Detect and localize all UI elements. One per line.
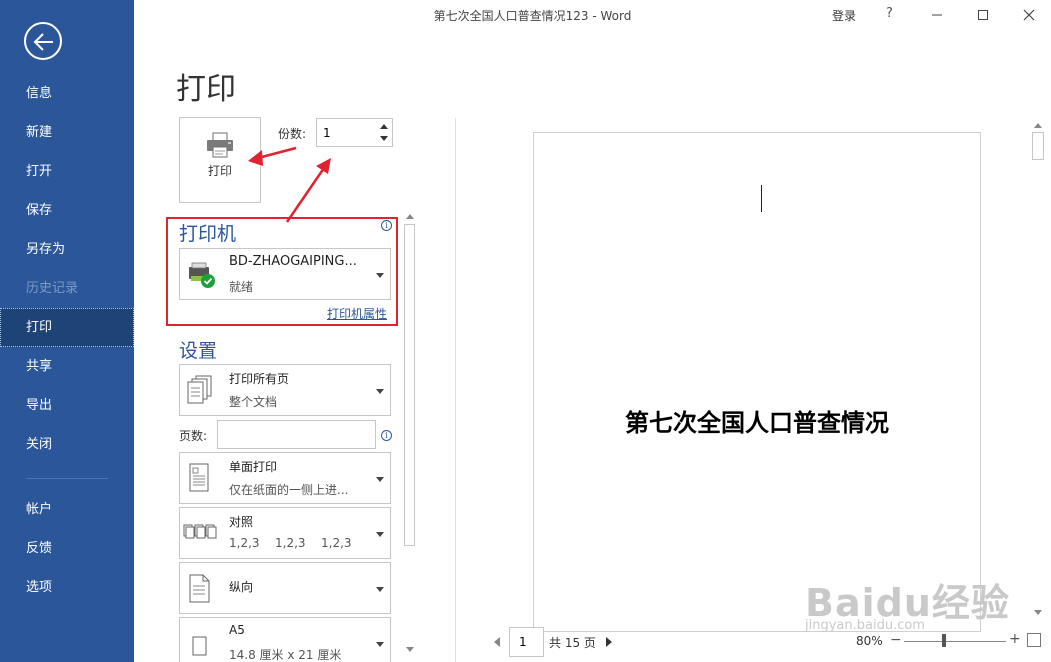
zoom-slider-thumb[interactable] <box>942 634 946 647</box>
scroll-down-icon[interactable] <box>406 647 414 652</box>
previous-page-icon[interactable] <box>493 637 501 647</box>
chevron-down-icon <box>376 477 384 482</box>
maximize-button[interactable] <box>960 0 1006 30</box>
sidebar-item-account[interactable]: 帐户 <box>0 490 134 529</box>
chevron-down-icon <box>376 587 384 592</box>
copies-label: 份数: <box>278 127 307 141</box>
sidebar-item-close[interactable]: 关闭 <box>0 425 134 464</box>
paper-size-select[interactable]: A5 14.8 厘米 x 21 厘米 <box>179 617 391 662</box>
zoom-slider-track[interactable] <box>904 641 1006 642</box>
scroll-up-icon[interactable] <box>1034 123 1042 128</box>
chevron-down-icon <box>376 642 384 647</box>
print-sides-select[interactable]: 单面打印 仅在纸面的一侧上进... <box>179 452 391 504</box>
text-cursor <box>761 185 762 212</box>
spin-up-icon <box>380 124 388 129</box>
minimize-icon <box>932 14 942 16</box>
current-page-input[interactable] <box>509 627 544 657</box>
watermark-url: jingyan.baidu.com <box>805 618 925 633</box>
copies-input[interactable] <box>318 120 374 145</box>
single-side-page-icon <box>189 463 209 492</box>
portrait-page-icon <box>189 574 210 603</box>
collate-sub-2: 1,2,3 <box>275 536 306 550</box>
preview-scrollbar[interactable] <box>1030 120 1046 622</box>
chevron-down-icon <box>376 389 384 394</box>
sidebar-item-open[interactable]: 打开 <box>0 152 134 191</box>
collate-select[interactable]: 对照 1,2,3 1,2,3 1,2,3 <box>179 507 391 559</box>
watermark: Baidu经验 jingyan.baidu.com <box>805 572 1010 633</box>
highlight-box <box>166 217 398 326</box>
sidebar-item-save[interactable]: 保存 <box>0 191 134 230</box>
collate-sub-3: 1,2,3 <box>321 536 352 550</box>
login-link[interactable]: 登录 <box>832 7 856 24</box>
paper-size-main: A5 <box>229 623 245 637</box>
pages-stack-icon <box>187 375 212 404</box>
close-icon <box>1023 9 1035 21</box>
title-bar: 第七次全国人口普查情况123 - Word 登录 ? <box>134 0 1051 30</box>
arrow-to-copies <box>285 167 326 223</box>
sidebar-nav: 信息 新建 打开 保存 另存为 历史记录 打印 共享 导出 关闭 帐户 反馈 选… <box>0 74 134 607</box>
print-sides-sub: 仅在纸面的一侧上进... <box>229 483 349 497</box>
sidebar-item-history: 历史记录 <box>26 281 79 296</box>
maximize-icon <box>978 10 988 20</box>
sidebar-item-options[interactable]: 选项 <box>0 568 134 607</box>
backstage-sidebar: 信息 新建 打开 保存 另存为 历史记录 打印 共享 导出 关闭 帐户 反馈 选… <box>0 0 134 662</box>
back-button[interactable] <box>24 22 62 60</box>
sidebar-item-share[interactable]: 共享 <box>0 347 134 386</box>
page-title: 打印 <box>176 72 236 107</box>
print-range-sub: 整个文档 <box>229 395 278 409</box>
collate-sub-1: 1,2,3 <box>229 536 260 550</box>
sidebar-item-export[interactable]: 导出 <box>0 386 134 425</box>
settings-scroll-thumb[interactable] <box>404 224 415 546</box>
settings-scrollbar[interactable] <box>402 210 418 660</box>
zoom-in-button[interactable]: + <box>1009 631 1021 647</box>
orientation-select[interactable]: 纵向 <box>179 562 391 614</box>
back-arrow-icon <box>33 33 53 51</box>
sidebar-item-print[interactable]: 打印 <box>0 308 134 347</box>
help-button[interactable]: ? <box>886 6 893 21</box>
copies-stepper <box>316 118 393 147</box>
print-range-main: 打印所有页 <box>229 372 290 386</box>
panel-divider <box>455 118 456 662</box>
paper-size-sub: 14.8 厘米 x 21 厘米 <box>229 648 342 662</box>
sidebar-divider <box>26 478 108 479</box>
print-button-label: 打印 <box>207 164 232 178</box>
settings-heading: 设置 <box>179 340 218 362</box>
minimize-button[interactable] <box>914 0 960 30</box>
copies-increase-button[interactable] <box>378 121 390 133</box>
spin-down-icon <box>380 136 388 141</box>
orientation-main: 纵向 <box>229 580 254 594</box>
pages-label: 页数: <box>179 429 208 443</box>
pages-input[interactable] <box>217 420 376 449</box>
collate-main: 对照 <box>229 515 254 529</box>
copies-decrease-button[interactable] <box>378 133 390 145</box>
arrowhead-icon <box>316 158 331 174</box>
arrow-to-print-button <box>257 146 297 160</box>
scroll-up-icon[interactable] <box>406 214 414 219</box>
sidebar-item-new[interactable]: 新建 <box>0 113 134 152</box>
next-page-icon[interactable] <box>605 637 613 647</box>
zoom-level[interactable]: 80% <box>856 634 883 648</box>
sidebar-item-save-as[interactable]: 另存为 <box>0 230 134 269</box>
printer-icon <box>207 132 233 158</box>
preview-scroll-thumb[interactable] <box>1032 132 1044 160</box>
paper-size-icon <box>192 636 207 656</box>
fit-to-page-icon[interactable] <box>1027 633 1041 647</box>
document-title: 第七次全国人口普查情况 <box>625 409 889 437</box>
print-sides-main: 单面打印 <box>229 460 278 474</box>
pages-info-icon[interactable]: i <box>381 430 392 441</box>
print-range-select[interactable]: 打印所有页 整个文档 <box>179 364 391 416</box>
scroll-down-icon[interactable] <box>1034 610 1042 615</box>
zoom-out-button[interactable]: − <box>890 632 902 648</box>
collate-icon <box>183 524 217 539</box>
print-button[interactable]: 打印 <box>179 117 261 203</box>
chevron-down-icon <box>376 532 384 537</box>
print-preview-page <box>533 132 981 632</box>
total-pages: 共 15 页 <box>549 636 596 650</box>
sidebar-item-info[interactable]: 信息 <box>0 74 134 113</box>
sidebar-item-feedback[interactable]: 反馈 <box>0 529 134 568</box>
close-window-button[interactable] <box>1006 0 1051 30</box>
